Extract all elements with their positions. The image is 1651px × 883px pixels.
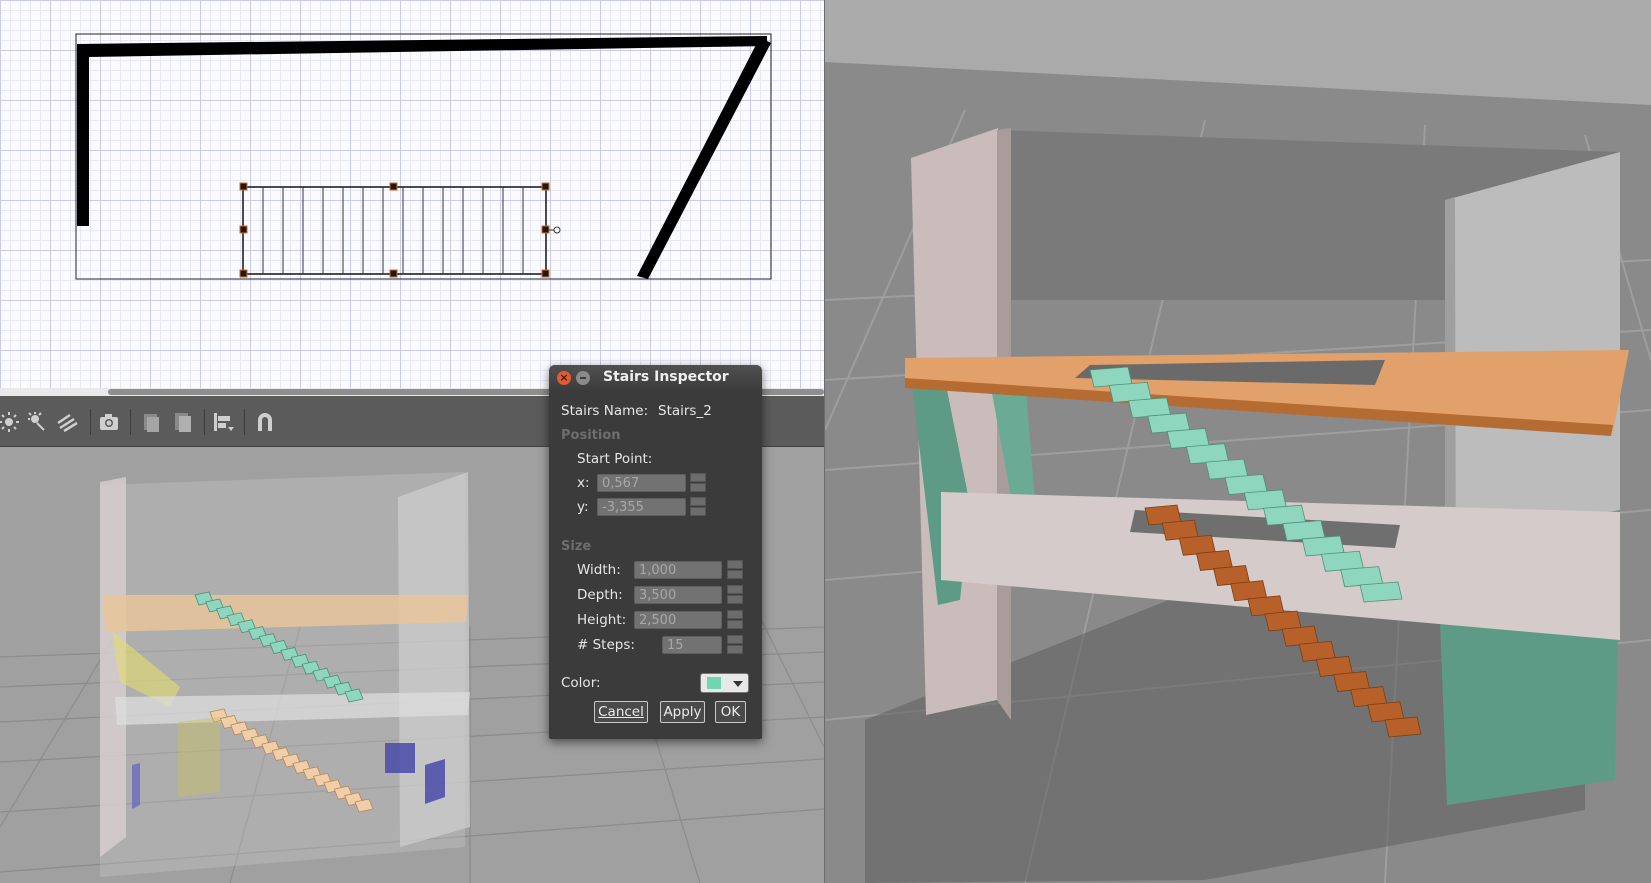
window	[385, 743, 415, 773]
toolbar-separator	[204, 409, 205, 435]
window	[425, 759, 445, 804]
stair-step	[1359, 581, 1403, 603]
x-spinner[interactable]	[690, 473, 706, 493]
depth-input[interactable]: 3,500	[634, 586, 722, 604]
camera-icon[interactable]	[98, 411, 120, 433]
stairs-plan-symbol[interactable]	[242, 186, 547, 275]
stairs-name-value: Stairs_2	[658, 403, 712, 419]
x-input[interactable]: 0,567	[597, 474, 686, 492]
height-label: Height:	[577, 612, 627, 628]
position-section-label: Position	[561, 428, 621, 443]
width-input[interactable]: 1,000	[634, 561, 722, 579]
3d-main-viewport[interactable]	[825, 0, 1651, 883]
wall-top-left[interactable]	[77, 36, 767, 226]
start-point-label: Start Point:	[577, 451, 653, 467]
floor-plan-drawing[interactable]	[0, 0, 824, 388]
color-swatch	[707, 677, 721, 689]
spotlight-icon[interactable]	[26, 411, 48, 433]
height-spinner[interactable]	[727, 610, 743, 630]
paste-icon[interactable]	[172, 411, 194, 433]
wall-diagonal[interactable]	[637, 37, 771, 279]
window	[132, 763, 140, 809]
magnet-icon[interactable]	[254, 411, 276, 433]
minimize-icon[interactable]	[576, 371, 590, 385]
y-spinner[interactable]	[690, 497, 706, 517]
floor-plan-canvas[interactable]	[0, 0, 824, 388]
chevron-down-icon	[733, 681, 743, 687]
align-icon[interactable]	[212, 411, 234, 433]
depth-label: Depth:	[577, 587, 623, 603]
toolbar-separator	[130, 409, 131, 435]
steps-spinner[interactable]	[727, 635, 743, 655]
apply-button[interactable]: Apply	[660, 701, 705, 723]
rotate-handle[interactable]	[553, 226, 561, 234]
width-spinner[interactable]	[727, 560, 743, 580]
door	[178, 717, 220, 797]
dialog-title: Stairs Inspector	[603, 369, 729, 385]
color-label: Color:	[561, 675, 601, 691]
lines-icon[interactable]	[56, 411, 78, 433]
depth-spinner[interactable]	[727, 585, 743, 605]
cancel-button[interactable]: Cancel	[594, 701, 648, 723]
dialog-titlebar[interactable]: × Stairs Inspector	[549, 365, 762, 391]
steps-label: # Steps:	[577, 637, 635, 653]
stairs-inspector-dialog: × Stairs Inspector Stairs Name: Stairs_2…	[549, 365, 762, 739]
3d-main-scene[interactable]	[825, 0, 1651, 883]
y-input[interactable]: -3,355	[597, 498, 686, 516]
toolbar-separator	[90, 409, 91, 435]
x-label: x:	[577, 475, 590, 491]
toolbar-separator	[244, 409, 245, 435]
close-icon[interactable]: ×	[557, 371, 571, 385]
stairs-name-label: Stairs Name:	[561, 403, 649, 419]
color-picker[interactable]	[700, 673, 749, 693]
copy-icon[interactable]	[140, 411, 162, 433]
y-label: y:	[577, 499, 589, 515]
sun-icon[interactable]	[0, 411, 20, 433]
width-label: Width:	[577, 562, 621, 578]
size-section-label: Size	[561, 539, 592, 554]
steps-input[interactable]: 15	[662, 636, 722, 654]
height-input[interactable]: 2,500	[634, 611, 722, 629]
stair-step	[1384, 716, 1422, 738]
ok-button[interactable]: OK	[715, 701, 746, 723]
